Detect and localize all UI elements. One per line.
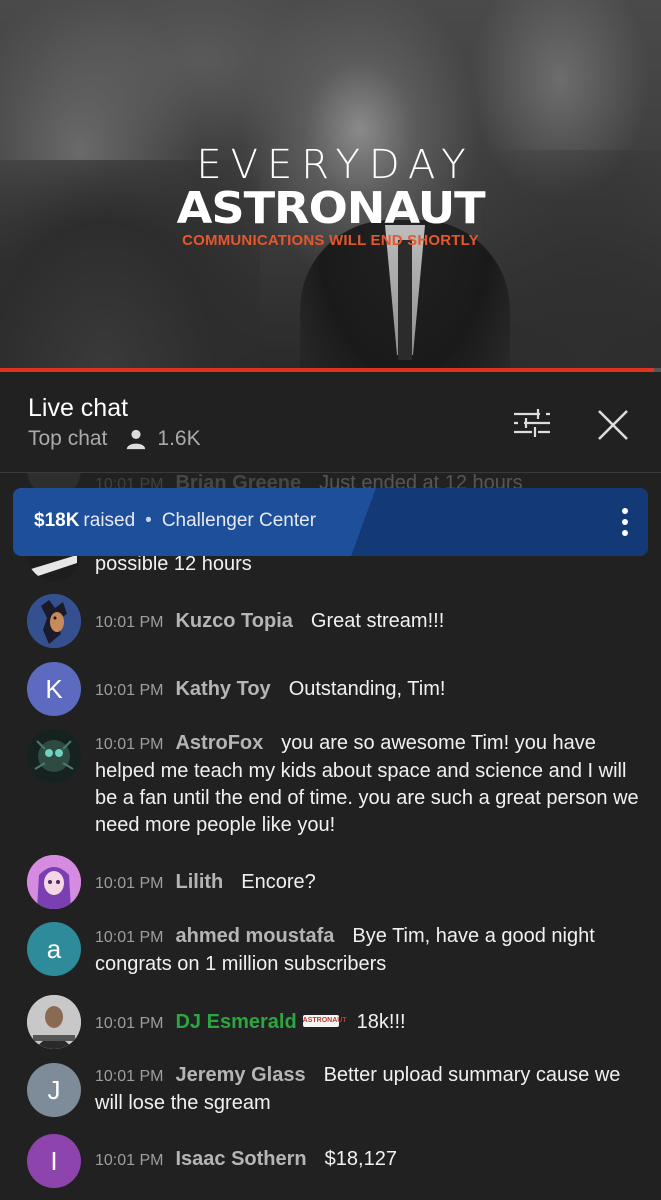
message-author[interactable]: DJ Esmerald xyxy=(175,1011,296,1033)
chat-title: Live chat xyxy=(28,394,129,422)
message-author[interactable]: Kathy Toy xyxy=(175,678,270,700)
message-body: 10:01 PM Lilith Encore? xyxy=(95,869,640,897)
fundraiser-summary: $18K raised • Challenger Center xyxy=(34,510,316,532)
message-body: 10:01 PM ahmed moustafa Bye Tim, have a go… xyxy=(95,923,640,978)
member-badge-text: ASTRONAUT xyxy=(302,1016,347,1024)
viewer-count: 1.6K xyxy=(157,427,201,450)
close-icon[interactable] xyxy=(596,408,630,442)
chat-mode-selector[interactable]: Top chat 1.6K xyxy=(28,427,201,451)
chat-mode-label: Top chat xyxy=(28,427,108,450)
avatar-letter: K xyxy=(45,673,63,704)
avatar[interactable]: J xyxy=(27,1063,81,1117)
message-time: 10:01 PM xyxy=(95,929,164,946)
message-text: Encore? xyxy=(241,871,316,893)
fundraiser-banner[interactable]: $18K raised • Challenger Center xyxy=(13,488,648,556)
avatar-image xyxy=(27,729,81,783)
message-author[interactable]: Jeremy Glass xyxy=(175,1064,305,1086)
message-text: 18k!!! xyxy=(356,1011,406,1033)
message-text: $18,127 xyxy=(324,1148,397,1170)
message-text: possible 12 hours xyxy=(95,553,252,575)
channel-logo: EVERYDAY ASTRONAUT COMMUNICATIONS WILL E… xyxy=(0,142,661,249)
message-body: 10:01 PM AstroFox you are so awesome Tim! … xyxy=(95,730,640,839)
avatar[interactable]: a xyxy=(27,922,81,976)
message-time: 10:01 PM xyxy=(95,614,164,631)
message-text: Great stream!!! xyxy=(310,610,445,632)
avatar-image xyxy=(27,995,81,1049)
logo-line-everyday: EVERYDAY xyxy=(196,142,475,188)
message-time: 10:01 PM xyxy=(95,1068,164,1085)
message-time: 10:01 PM xyxy=(95,736,164,753)
tune-icon[interactable] xyxy=(512,408,552,438)
message-time: 10:01 PM xyxy=(95,1015,164,1032)
message-body: 10:01 PM Isaac Sothern $18,127 xyxy=(95,1146,640,1174)
message-time: 10:01 PM xyxy=(95,682,164,699)
logo-line-astronaut: ASTRONAUT xyxy=(176,183,486,234)
more-vert-icon[interactable] xyxy=(610,506,640,538)
message-author[interactable]: AstroFox xyxy=(175,732,263,754)
message-author[interactable]: Kuzco Topia xyxy=(175,610,292,632)
person-icon xyxy=(127,429,146,450)
fundraiser-raised-label: raised xyxy=(83,510,136,531)
video-figure-tie xyxy=(398,240,412,360)
message-time: 10:01 PM xyxy=(95,1152,164,1169)
message-body: 10:01 PM Kuzco Topia Great stream!!! xyxy=(95,608,640,636)
avatar[interactable] xyxy=(27,855,81,909)
avatar-letter: I xyxy=(50,1145,58,1176)
separator-dot: • xyxy=(145,510,152,531)
message-time: 10:01 PM xyxy=(95,875,164,892)
message-text: Bye Tim, have a good night congrats on 1… xyxy=(95,925,595,975)
avatar[interactable] xyxy=(27,729,81,783)
message-text: Better upload summary cause we will lose… xyxy=(95,1064,621,1114)
fundraiser-amount: $18K xyxy=(34,510,80,531)
avatar-image xyxy=(27,855,81,909)
avatar[interactable] xyxy=(27,995,81,1049)
avatar-image xyxy=(27,594,81,648)
message-text: Outstanding, Tim! xyxy=(288,678,446,700)
message-body: 10:01 PM Kathy Toy Outstanding, Tim! xyxy=(95,676,640,704)
avatar[interactable]: I xyxy=(27,1134,81,1188)
fundraiser-organization: Challenger Center xyxy=(161,510,317,531)
avatar[interactable]: K xyxy=(27,662,81,716)
member-badge: ASTRONAUT xyxy=(302,1014,347,1027)
message-author[interactable]: Lilith xyxy=(175,871,223,893)
message-body: 10:01 PM DJ Esmerald ASTRONAUT 18k!!! xyxy=(95,1009,640,1037)
chat-message-list[interactable]: 10:01 PM Brian Greene Just ended at 12 hou… xyxy=(0,473,661,1200)
message-author[interactable]: ahmed moustafa xyxy=(175,925,334,947)
chat-header: Live chat Top chat 1.6K xyxy=(0,372,661,473)
message-author[interactable]: Isaac Sothern xyxy=(175,1148,306,1170)
avatar-letter: a xyxy=(46,933,62,964)
avatar-letter: J xyxy=(47,1074,61,1105)
video-tagline: COMMUNICATIONS WILL END SHORTLY xyxy=(182,232,479,249)
avatar[interactable] xyxy=(27,594,81,648)
message-body: 10:01 PM Jeremy Glass Better upload summar… xyxy=(95,1062,640,1117)
video-player[interactable]: EVERYDAY ASTRONAUT COMMUNICATIONS WILL E… xyxy=(0,0,661,370)
